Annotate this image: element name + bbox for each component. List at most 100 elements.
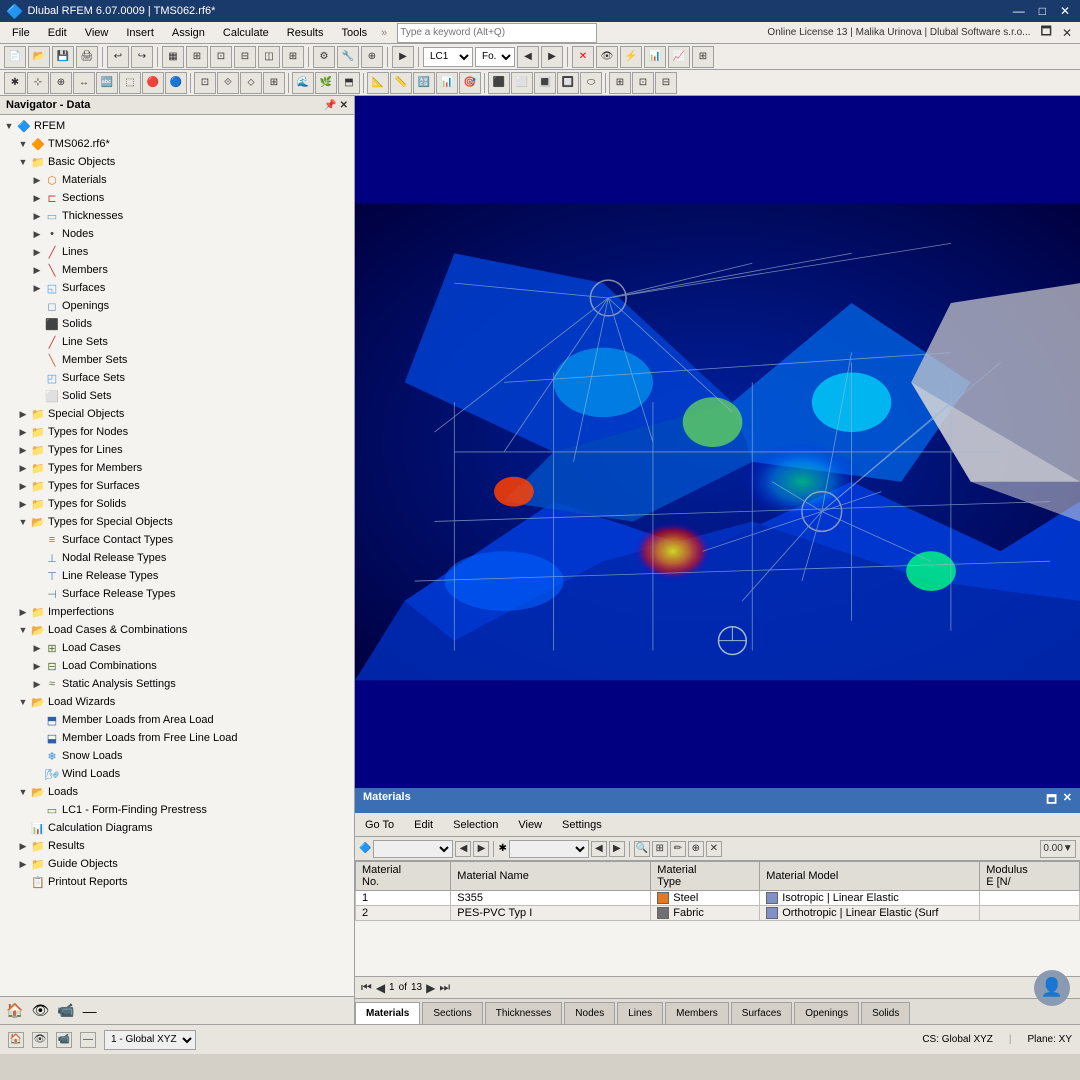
menu-edit[interactable]: Edit	[40, 25, 75, 41]
t2-19[interactable]: 📊	[436, 72, 458, 94]
menu-assign[interactable]: Assign	[164, 25, 213, 41]
tree-static-analysis[interactable]: ≈ Static Analysis Settings	[0, 675, 354, 693]
t2-2[interactable]: ⊹	[27, 72, 49, 94]
table-row[interactable]: 2 PES-PVC Typ I Fabric Orthotropic | Lin…	[356, 906, 1080, 921]
tb4[interactable]: ⊟	[234, 46, 256, 68]
print-btn[interactable]: 🖨	[76, 46, 98, 68]
nav-cam-btn[interactable]: 📹	[57, 1002, 74, 1019]
tb9[interactable]: ⊕	[361, 46, 383, 68]
status-btn4[interactable]: —	[80, 1032, 96, 1048]
tree-surface-contact[interactable]: ≡ Surface Contact Types	[0, 531, 354, 549]
save-btn[interactable]: 💾	[52, 46, 74, 68]
mat-selection[interactable]: Selection	[447, 817, 504, 833]
tb8[interactable]: 🔧	[337, 46, 359, 68]
tree-special-objects[interactable]: 📁 Special Objects	[0, 405, 354, 423]
mat-edit-btn[interactable]: ✏	[670, 841, 686, 857]
tree-lines[interactable]: ╱ Lines	[0, 243, 354, 261]
t2-15[interactable]: ⬒	[338, 72, 360, 94]
tree-openings[interactable]: ◻ Openings	[0, 297, 354, 315]
t2-9[interactable]: ⊡	[194, 72, 216, 94]
table-row[interactable]: 1 S355 Steel Isotropic | Linear Elastic	[356, 891, 1080, 906]
tree-results[interactable]: 📁 Results	[0, 837, 354, 855]
tab-openings[interactable]: Openings	[794, 1002, 859, 1024]
mat-settings[interactable]: Settings	[556, 817, 608, 833]
t2-1[interactable]: ✱	[4, 72, 26, 94]
tree-membersets[interactable]: ╲ Member Sets	[0, 351, 354, 369]
tab-thicknesses[interactable]: Thicknesses	[485, 1002, 563, 1024]
lc-combo[interactable]: LC1	[423, 47, 473, 67]
menu-insert[interactable]: Insert	[118, 25, 162, 41]
tree-types-special[interactable]: 📂 Types for Special Objects	[0, 513, 354, 531]
mat-search[interactable]: 🔍	[634, 841, 650, 857]
t2-10[interactable]: ⟐	[217, 72, 239, 94]
tree-loads[interactable]: 📂 Loads	[0, 783, 354, 801]
float-btn[interactable]: 🗖	[1037, 22, 1056, 43]
tab-nodes[interactable]: Nodes	[564, 1002, 615, 1024]
new-btn[interactable]: 📄	[4, 46, 26, 68]
tab-sections[interactable]: Sections	[422, 1002, 482, 1024]
t2-11[interactable]: ⬦	[240, 72, 262, 94]
first-page-btn[interactable]: ⏮	[361, 980, 372, 995]
open-btn[interactable]: 📂	[28, 46, 50, 68]
tree-solidsets[interactable]: ⬜ Solid Sets	[0, 387, 354, 405]
status-btn3[interactable]: 📹	[56, 1032, 72, 1048]
tree-imperfections[interactable]: 📁 Imperfections	[0, 603, 354, 621]
mat-view[interactable]: View	[512, 817, 548, 833]
search-input[interactable]	[397, 23, 597, 43]
t2-20[interactable]: 🎯	[459, 72, 481, 94]
tree-types-solids[interactable]: 📁 Types for Solids	[0, 495, 354, 513]
t2-3[interactable]: ⊕	[50, 72, 72, 94]
prev-page-btn[interactable]: ◀	[376, 981, 385, 995]
tree-basic-objects[interactable]: 📁 Basic Objects	[0, 153, 354, 171]
t2-17[interactable]: 📏	[390, 72, 412, 94]
tree-snow-loads[interactable]: ❄ Snow Loads	[0, 747, 354, 765]
tree-linesets[interactable]: ╱ Line Sets	[0, 333, 354, 351]
t2-4[interactable]: ↔	[73, 72, 95, 94]
tree-thicknesses[interactable]: ▭ Thicknesses	[0, 207, 354, 225]
next-page-btn[interactable]: ▶	[426, 981, 435, 995]
t2-16[interactable]: 📐	[367, 72, 389, 94]
t2-5[interactable]: 🔤	[96, 72, 118, 94]
tree-materials[interactable]: ⬡ Materials	[0, 171, 354, 189]
tree-members[interactable]: ╲ Members	[0, 261, 354, 279]
mat-filter[interactable]: ⊞	[652, 841, 668, 857]
tree-file[interactable]: 🔶 TMS062.rf6*	[0, 135, 354, 153]
tree-line-release[interactable]: ⊤ Line Release Types	[0, 567, 354, 585]
tb2[interactable]: ⊞	[186, 46, 208, 68]
menu-file[interactable]: File	[4, 25, 38, 41]
tab-lines[interactable]: Lines	[617, 1002, 663, 1024]
tree-printout-reports[interactable]: 📋 Printout Reports	[0, 873, 354, 891]
tree-surfacesets[interactable]: ◰ Surface Sets	[0, 369, 354, 387]
tree-load-cases-combo[interactable]: 📂 Load Cases & Combinations	[0, 621, 354, 639]
calc-btn[interactable]: ▶	[392, 46, 414, 68]
tree-types-surfaces[interactable]: 📁 Types for Surfaces	[0, 477, 354, 495]
viewport-3d[interactable]	[355, 96, 1080, 788]
mat-next[interactable]: ▶	[473, 841, 489, 857]
mat-add[interactable]: ⊕	[688, 841, 704, 857]
tab-solids[interactable]: Solids	[861, 1002, 910, 1024]
nav-home-btn[interactable]: 🏠	[6, 1002, 23, 1019]
prev-btn[interactable]: ◀	[517, 46, 539, 68]
tb14[interactable]: ⊞	[692, 46, 714, 68]
tree-surfaces[interactable]: ◱ Surfaces	[0, 279, 354, 297]
tree-nodes[interactable]: • Nodes	[0, 225, 354, 243]
tab-members[interactable]: Members	[665, 1002, 729, 1024]
tree-wind-loads[interactable]: 🌬 Wind Loads	[0, 765, 354, 783]
t2-12[interactable]: ⊞	[263, 72, 285, 94]
tree-surface-release[interactable]: ⊣ Surface Release Types	[0, 585, 354, 603]
t2-8[interactable]: 🔵	[165, 72, 187, 94]
tree-guide-objects[interactable]: 📁 Guide Objects	[0, 855, 354, 873]
t2-25[interactable]: ⬭	[580, 72, 602, 94]
tb1[interactable]: ▦	[162, 46, 184, 68]
tb5[interactable]: ◫	[258, 46, 280, 68]
close-license-btn[interactable]: ✕	[1058, 26, 1076, 40]
mat-prev2[interactable]: ◀	[591, 841, 607, 857]
materials-float-btn[interactable]: 🗖	[1046, 791, 1056, 810]
t2-26[interactable]: ⊞	[609, 72, 631, 94]
t2-21[interactable]: ⬛	[488, 72, 510, 94]
mat-edit[interactable]: Edit	[408, 817, 439, 833]
next-btn[interactable]: ▶	[541, 46, 563, 68]
tb7[interactable]: ⚙	[313, 46, 335, 68]
mat-num[interactable]: 0.00▼	[1040, 840, 1076, 858]
tree-load-cases[interactable]: ⊞ Load Cases	[0, 639, 354, 657]
